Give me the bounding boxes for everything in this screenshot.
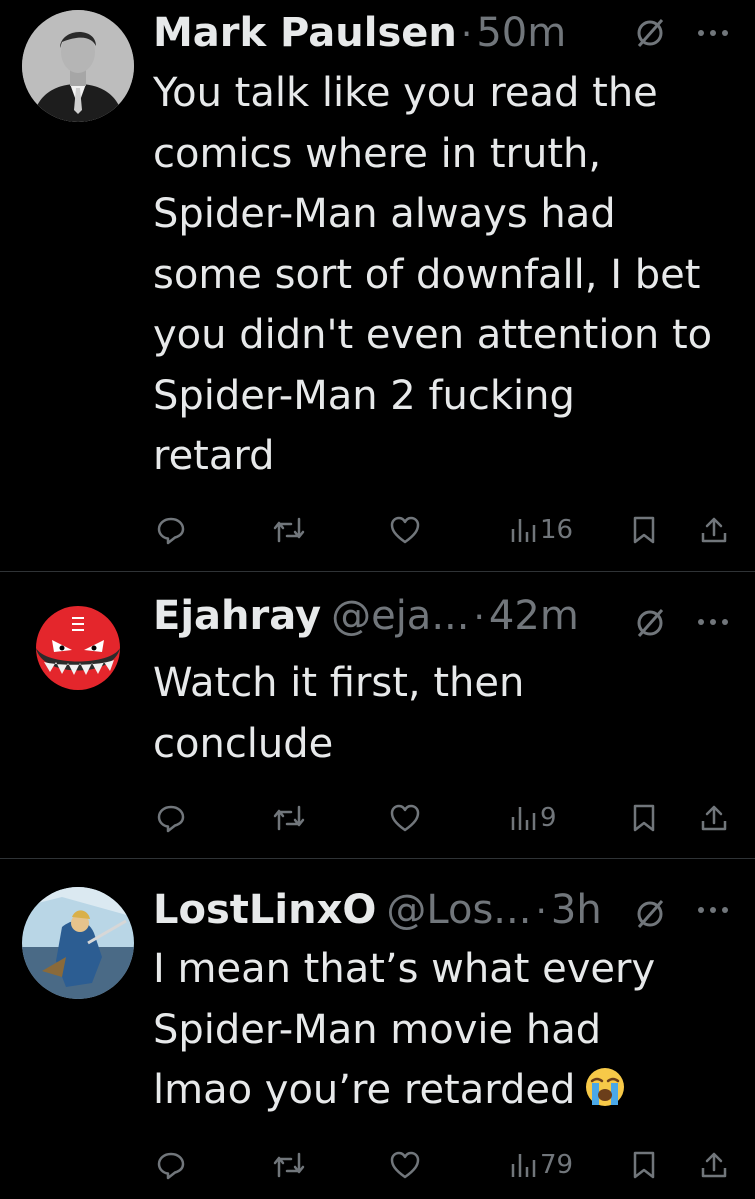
more-dots-icon[interactable] bbox=[696, 905, 730, 915]
tweet-text: Watch it first, then conclude bbox=[153, 653, 738, 774]
views-count: 79 bbox=[540, 1150, 574, 1180]
muted-circle-slash-icon bbox=[637, 19, 664, 47]
tweet-2[interactable]: Ejahray @eja... · 42m Watch it first, th… bbox=[0, 572, 755, 857]
heart-icon bbox=[390, 1151, 420, 1179]
views-count: 9 bbox=[540, 803, 557, 833]
reply-button[interactable] bbox=[156, 1145, 186, 1185]
retweet-button[interactable] bbox=[271, 798, 307, 838]
share-button[interactable] bbox=[700, 1145, 728, 1185]
reply-button[interactable] bbox=[156, 798, 186, 838]
display-name[interactable]: LostLinxO bbox=[153, 885, 376, 935]
like-button[interactable] bbox=[389, 798, 421, 838]
tweet-1[interactable]: Mark Paulsen · 50m You talk like you rea… bbox=[0, 0, 755, 570]
more-dots-icon[interactable] bbox=[696, 28, 730, 38]
separator-dot: · bbox=[460, 14, 473, 55]
bookmark-icon bbox=[633, 1151, 655, 1179]
share-icon bbox=[701, 805, 727, 831]
more-dots-icon[interactable] bbox=[696, 617, 730, 627]
user-handle[interactable]: @Los... bbox=[386, 885, 531, 935]
heart-icon bbox=[390, 516, 420, 544]
reply-icon bbox=[157, 805, 185, 833]
action-bar: 79 bbox=[0, 1145, 755, 1185]
tweet-header: LostLinxO @Los... · 3h bbox=[153, 885, 602, 935]
retweet-button[interactable] bbox=[271, 1145, 307, 1185]
avatar[interactable] bbox=[22, 10, 134, 122]
separator-dot: · bbox=[473, 597, 485, 638]
tweet-line: retard bbox=[153, 433, 275, 479]
bookmark-button[interactable] bbox=[632, 798, 656, 838]
views-button[interactable]: 9 bbox=[510, 798, 557, 838]
reply-icon bbox=[157, 1152, 185, 1180]
views-bar-chart-icon bbox=[511, 1154, 536, 1177]
share-icon bbox=[701, 1152, 727, 1178]
action-bar: 16 bbox=[0, 510, 755, 550]
tweet-line: comics where in truth, bbox=[153, 130, 602, 177]
timestamp[interactable]: 42m bbox=[489, 591, 579, 641]
like-button[interactable] bbox=[389, 1145, 421, 1185]
tweet-line: Spider-Man 2 fucking bbox=[153, 372, 575, 419]
tweet-line: Watch it first, then bbox=[153, 660, 525, 706]
tweet-line: some sort of downfall, I bet bbox=[153, 251, 701, 298]
views-bar-chart-icon bbox=[511, 519, 536, 542]
tweet-3[interactable]: LostLinxO @Los... · 3h I mean that’s wha… bbox=[0, 859, 755, 1199]
tweet-text: I mean that’s what every Spider-Man movi… bbox=[153, 939, 738, 1121]
timestamp[interactable]: 3h bbox=[551, 885, 602, 935]
tweet-line: lmao you’re retarded bbox=[153, 1067, 576, 1113]
display-name[interactable]: Mark Paulsen bbox=[153, 8, 457, 58]
tweet-line: I mean that’s what every bbox=[153, 946, 656, 992]
share-icon bbox=[701, 517, 727, 543]
retweet-icon bbox=[273, 1152, 305, 1178]
like-button[interactable] bbox=[389, 510, 421, 550]
bookmark-button[interactable] bbox=[632, 510, 656, 550]
avatar[interactable] bbox=[22, 592, 134, 704]
tweet-line: conclude bbox=[153, 720, 334, 767]
separator-dot: · bbox=[535, 891, 547, 932]
tweet-line: you didn't even attention to bbox=[153, 312, 713, 358]
views-button[interactable]: 16 bbox=[510, 510, 573, 550]
action-bar: 9 bbox=[0, 798, 755, 838]
bookmark-icon bbox=[633, 804, 655, 832]
bookmark-icon bbox=[633, 516, 655, 544]
share-button[interactable] bbox=[700, 798, 728, 838]
share-button[interactable] bbox=[700, 510, 728, 550]
views-count: 16 bbox=[540, 515, 574, 545]
tweet-header: Mark Paulsen · 50m bbox=[153, 8, 566, 58]
avatar[interactable] bbox=[22, 887, 134, 999]
retweet-button[interactable] bbox=[271, 510, 307, 550]
display-name[interactable]: Ejahray bbox=[153, 591, 321, 641]
reply-icon bbox=[157, 517, 185, 545]
reply-button[interactable] bbox=[156, 510, 186, 550]
retweet-icon bbox=[273, 517, 305, 543]
muted-circle-slash-icon bbox=[637, 900, 664, 928]
views-button[interactable]: 79 bbox=[510, 1145, 573, 1185]
heart-icon bbox=[390, 804, 420, 832]
views-bar-chart-icon bbox=[511, 807, 536, 830]
tweet-text: You talk like you read the comics where … bbox=[153, 63, 738, 487]
user-handle[interactable]: @eja... bbox=[331, 591, 469, 641]
tweet-line: Spider-Man always had bbox=[153, 191, 616, 237]
tweet-line: Spider-Man movie had bbox=[153, 1006, 602, 1053]
loudly-crying-face-emoji bbox=[586, 1068, 625, 1106]
muted-circle-slash-icon bbox=[637, 609, 664, 637]
tweet-line: You talk like you read the bbox=[153, 70, 658, 116]
tweet-header: Ejahray @eja... · 42m bbox=[153, 591, 579, 641]
timestamp[interactable]: 50m bbox=[476, 8, 566, 58]
bookmark-button[interactable] bbox=[632, 1145, 656, 1185]
tweet-line-with-emoji: lmao you’re retarded bbox=[153, 1060, 738, 1121]
retweet-icon bbox=[273, 805, 305, 831]
